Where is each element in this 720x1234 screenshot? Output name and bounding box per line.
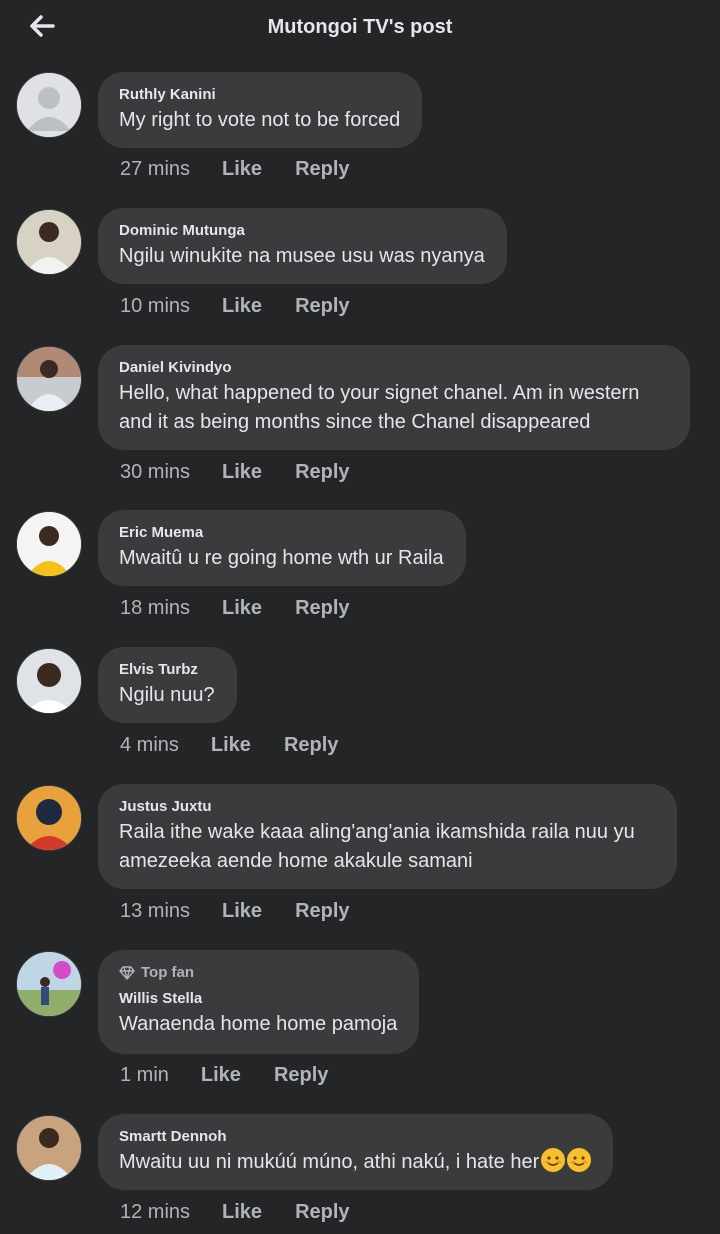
comment-author[interactable]: Eric Muema <box>119 524 444 542</box>
smiling-face-emoji <box>541 1148 566 1172</box>
comment-actions: 1 min Like Reply <box>120 1064 328 1087</box>
comment-time[interactable]: 12 mins <box>120 1201 190 1224</box>
like-button[interactable]: Like <box>222 295 262 318</box>
comment-text-body: Mwaitu uu ni mukúú múno, athi nakú, i ha… <box>119 1151 540 1173</box>
comment-author[interactable]: Justus Juxtu <box>119 798 655 816</box>
page-title: Mutongoi TV's post <box>267 16 453 38</box>
comment-bubble[interactable]: Top fan Willis Stella Wanaenda home home… <box>98 950 420 1054</box>
avatar[interactable] <box>16 511 82 577</box>
comment-author[interactable]: Daniel Kivindyo <box>119 359 668 377</box>
like-button[interactable]: Like <box>211 734 251 757</box>
comment-author[interactable]: Elvis Turbz <box>119 661 215 679</box>
comment-text: Mwaitu uu ni mukúú múno, athi nakú, i ha… <box>119 1148 592 1177</box>
profile-photo-icon <box>17 649 81 713</box>
avatar[interactable] <box>16 785 82 851</box>
comment-text: Wanaenda home home pamoja <box>119 1013 398 1035</box>
like-button[interactable]: Like <box>222 1201 262 1224</box>
comment-actions: 18 mins Like Reply <box>120 597 350 620</box>
avatar[interactable] <box>16 209 82 275</box>
avatar[interactable] <box>16 1115 82 1181</box>
reply-button[interactable]: Reply <box>295 900 349 923</box>
comment-bubble[interactable]: Ruthly Kanini My right to vote not to be… <box>98 72 423 148</box>
comment-author[interactable]: Smartt Dennoh <box>119 1128 591 1146</box>
comment-time[interactable]: 13 mins <box>120 900 190 923</box>
profile-photo-icon <box>17 952 81 1016</box>
comment-bubble[interactable]: Dominic Mutunga Ngilu winukite na musee … <box>98 208 507 284</box>
avatar[interactable] <box>16 346 82 412</box>
comment-author[interactable]: Willis Stella <box>119 990 397 1008</box>
comment-time[interactable]: 1 min <box>120 1064 169 1087</box>
comment-actions: 13 mins Like Reply <box>120 900 350 923</box>
comment-time[interactable]: 10 mins <box>120 295 190 318</box>
comment-text: Raila ithe wake kaaa aling'ang'ania ikam… <box>119 818 655 876</box>
top-fan-badge: Top fan <box>119 964 397 981</box>
comment-text-line: Raila ithe wake kaaa aling'ang'ania ikam… <box>119 821 635 843</box>
comment-text: Ngilu nuu? <box>119 684 215 706</box>
comment-time[interactable]: 30 mins <box>120 461 190 484</box>
reply-button[interactable]: Reply <box>295 158 349 181</box>
default-avatar-icon <box>17 73 81 137</box>
reply-button[interactable]: Reply <box>295 295 349 318</box>
comment-bubble[interactable]: Elvis Turbz Ngilu nuu? <box>98 647 237 723</box>
like-button[interactable]: Like <box>201 1064 241 1087</box>
reply-button[interactable]: Reply <box>295 1201 349 1224</box>
comment-text-line: Hello, what happened to your signet chan… <box>119 382 640 404</box>
profile-photo-icon <box>17 347 81 411</box>
profile-photo-icon <box>17 786 81 850</box>
profile-photo-icon <box>17 210 81 274</box>
like-button[interactable]: Like <box>222 461 262 484</box>
comment-bubble[interactable]: Eric Muema Mwaitû u re going home wth ur… <box>98 510 466 586</box>
comment-text: My right to vote not to be forced <box>119 109 401 131</box>
comment-text-line: amezeeka aende home akakule samani <box>119 850 473 872</box>
profile-photo-icon <box>17 512 81 576</box>
reply-button[interactable]: Reply <box>295 597 349 620</box>
like-button[interactable]: Like <box>222 158 262 181</box>
reply-button[interactable]: Reply <box>274 1064 328 1087</box>
comment-actions: 10 mins Like Reply <box>120 295 350 318</box>
diamond-icon <box>119 965 135 980</box>
comment-text: Hello, what happened to your signet chan… <box>119 379 668 437</box>
comment-time[interactable]: 18 mins <box>120 597 190 620</box>
comment-actions: 4 mins Like Reply <box>120 734 338 757</box>
comment-actions: 27 mins Like Reply <box>120 158 350 181</box>
comment-bubble[interactable]: Smartt Dennoh Mwaitu uu ni mukúú múno, a… <box>98 1114 614 1190</box>
comment-bubble[interactable]: Justus Juxtu Raila ithe wake kaaa aling'… <box>98 784 677 889</box>
reply-button[interactable]: Reply <box>295 461 349 484</box>
avatar[interactable] <box>16 951 82 1017</box>
comment-time[interactable]: 27 mins <box>120 158 190 181</box>
profile-photo-icon <box>17 1116 81 1180</box>
avatar[interactable] <box>16 72 82 138</box>
like-button[interactable]: Like <box>222 597 262 620</box>
top-fan-label: Top fan <box>141 964 195 981</box>
smiling-face-emoji <box>567 1148 592 1172</box>
avatar[interactable] <box>16 648 82 714</box>
reply-button[interactable]: Reply <box>284 734 338 757</box>
comment-bubble[interactable]: Daniel Kivindyo Hello, what happened to … <box>98 345 690 450</box>
comment-author[interactable]: Ruthly Kanini <box>119 86 400 104</box>
comment-actions: 30 mins Like Reply <box>120 461 350 484</box>
comment-text-line: and it as being months since the Chanel … <box>119 411 591 433</box>
comment-text: Mwaitû u re going home wth ur Raila <box>119 547 444 569</box>
comment-time[interactable]: 4 mins <box>120 734 179 757</box>
post-header: Mutongoi TV's post <box>0 0 720 58</box>
comment-text: Ngilu winukite na musee usu was nyanya <box>119 245 485 267</box>
like-button[interactable]: Like <box>222 900 262 923</box>
comment-author[interactable]: Dominic Mutunga <box>119 222 485 240</box>
comment-actions: 12 mins Like Reply <box>120 1201 350 1224</box>
